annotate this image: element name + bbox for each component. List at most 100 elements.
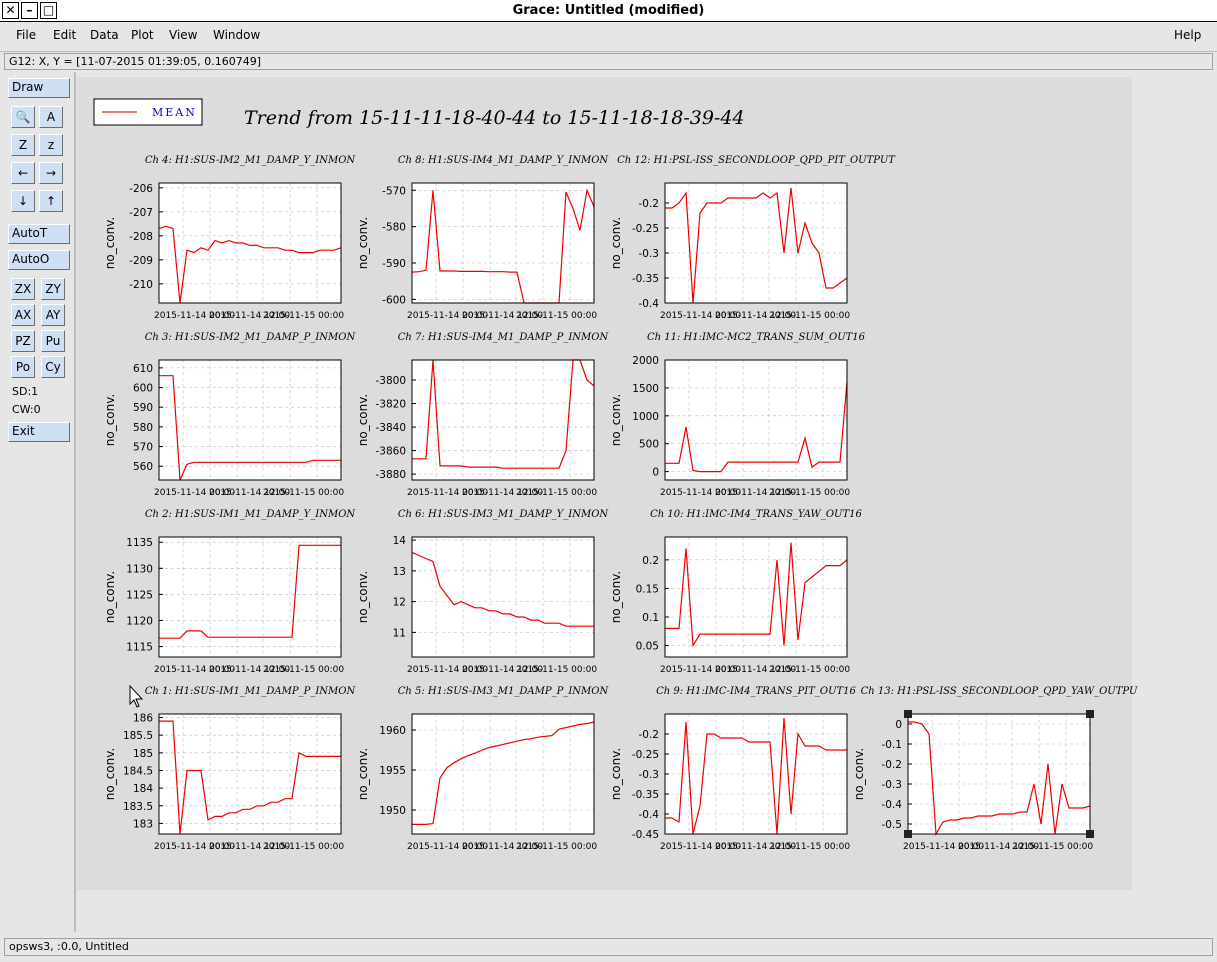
chart-plot-area [159, 183, 341, 303]
menu-help[interactable]: Help [1174, 28, 1201, 42]
y-tick-label: 184 [133, 783, 153, 795]
y-tick-label: -3860 [375, 446, 406, 458]
chart-title: Ch 4: H1:SUS-IM2_M1_DAMP_Y_INMON [145, 155, 357, 166]
draw-button[interactable]: Draw [8, 78, 70, 98]
autoo-button[interactable]: AutoO [8, 250, 70, 270]
y-tick-label: -0.1 [882, 739, 903, 751]
y-axis-label: no_conv. [852, 748, 866, 800]
y-tick-label: 1120 [126, 615, 153, 627]
y-tick-label: 14 [393, 535, 407, 547]
zy-button[interactable]: ZY [41, 278, 65, 300]
y-tick-label: 1960 [379, 725, 406, 737]
selection-handle [904, 710, 912, 718]
y-tick-label: 0 [652, 467, 659, 479]
menu-plot[interactable]: Plot [131, 28, 154, 42]
y-tick-label: 1950 [379, 805, 406, 817]
chart-title: Ch 1: H1:SUS-IM1_M1_DAMP_P_INMON [145, 686, 357, 697]
y-tick-label: -570 [382, 185, 406, 197]
po-button[interactable]: Po [11, 356, 35, 378]
plot-canvas[interactable]: MEAN Trend from 15-11-11-18-40-44 to 15-1… [77, 72, 1213, 932]
x-tick-label: 2015-11-15 00:00 [516, 311, 597, 321]
chart-title: Ch 8: H1:SUS-IM4_M1_DAMP_Y_INMON [398, 155, 610, 166]
menu-data[interactable]: Data [90, 28, 119, 42]
chart-title: Ch 12: H1:PSL-ISS_SECONDLOOP_QPD_PIT_OUT… [617, 155, 896, 166]
y-axis-label: no_conv. [103, 217, 117, 269]
zoom-z-icon[interactable]: Z [11, 134, 35, 156]
y-axis-label: no_conv. [356, 394, 370, 446]
y-tick-label: 0 [895, 719, 902, 731]
y-tick-label: -0.35 [632, 789, 659, 801]
x-tick-label: 2015-11-15 00:00 [516, 842, 597, 852]
y-tick-label: 0.15 [636, 583, 659, 595]
chart-title: Ch 11: H1:IMC-MC2_TRANS_SUM_OUT16 [647, 332, 866, 343]
x-tick-label: 2015-11-15 00:00 [263, 488, 344, 498]
window-title: Grace: Untitled (modified) [512, 3, 705, 18]
x-tick-label: 2015-11-15 00:00 [769, 311, 850, 321]
y-tick-label: 500 [639, 439, 659, 451]
y-tick-label: -0.3 [882, 779, 903, 791]
chart-title: Ch 5: H1:SUS-IM3_M1_DAMP_P_INMON [398, 686, 610, 697]
title-bar: ✕ – □ Grace: Untitled (modified) [0, 0, 1217, 22]
selection-handle [904, 830, 912, 838]
y-axis-label: no_conv. [609, 748, 623, 800]
autot-button[interactable]: AutoT [8, 224, 70, 244]
x-tick-label: 2015-11-15 00:00 [769, 488, 850, 498]
y-tick-label: 1125 [126, 589, 153, 601]
zx-button[interactable]: ZX [11, 278, 35, 300]
y-tick-label: 1115 [126, 642, 153, 654]
arrow-up-icon[interactable]: ↑ [39, 190, 63, 212]
zoom-z-small-icon[interactable]: z [39, 134, 63, 156]
pu-button[interactable]: Pu [41, 330, 65, 352]
menu-file[interactable]: File [16, 28, 36, 42]
exit-button[interactable]: Exit [8, 422, 70, 442]
ay-button[interactable]: AY [41, 304, 65, 326]
y-tick-label: -3880 [375, 469, 406, 481]
y-tick-label: 13 [393, 566, 406, 578]
chart-title: Ch 9: H1:IMC-IM4_TRANS_PIT_OUT16 [656, 686, 856, 697]
plot-svg[interactable]: MEAN Trend from 15-11-11-18-40-44 to 15-1… [77, 72, 1213, 932]
y-tick-label: -0.2 [882, 759, 903, 771]
y-axis-label: no_conv. [609, 217, 623, 269]
y-tick-label: -3800 [375, 375, 406, 387]
x-tick-label: 2015-11-15 00:00 [263, 842, 344, 852]
x-tick-label: 2015-11-15 00:00 [516, 665, 597, 675]
text-icon[interactable]: A [39, 106, 63, 128]
zoom-icon[interactable]: 🔍 [11, 106, 35, 128]
y-axis-label: no_conv. [356, 571, 370, 623]
arrow-right-icon[interactable]: → [39, 162, 63, 184]
menu-edit[interactable]: Edit [53, 28, 76, 42]
legend-label: MEAN [152, 106, 197, 119]
y-tick-label: -210 [129, 279, 153, 291]
y-tick-label: -0.3 [639, 248, 660, 260]
menu-view[interactable]: View [169, 28, 197, 42]
y-tick-label: -0.25 [632, 223, 659, 235]
y-axis-label: no_conv. [103, 748, 117, 800]
ax-button[interactable]: AX [11, 304, 35, 326]
y-axis-label: no_conv. [609, 394, 623, 446]
cy-button[interactable]: Cy [41, 356, 65, 378]
y-tick-label: 183.5 [123, 801, 153, 813]
y-tick-label: 12 [393, 597, 406, 609]
page-title: Trend from 15-11-11-18-40-44 to 15-11-18… [244, 107, 745, 129]
menu-bar: File Edit Data Plot View Window Help [0, 23, 1217, 52]
y-tick-label: -580 [382, 222, 406, 234]
y-tick-label: -0.4 [639, 298, 660, 310]
y-tick-label: 185 [133, 748, 153, 760]
arrow-down-icon[interactable]: ↓ [11, 190, 35, 212]
menu-window[interactable]: Window [213, 28, 260, 42]
y-tick-label: 1500 [632, 383, 659, 395]
pz-button[interactable]: PZ [11, 330, 35, 352]
arrow-left-icon[interactable]: ← [11, 162, 35, 184]
tool-panel: Draw 🔍 A Z z ← → ↓ ↑ AutoT AutoO ZX ZY A… [4, 72, 76, 932]
y-tick-label: -207 [129, 207, 153, 219]
y-tick-label: -600 [382, 294, 406, 306]
y-tick-label: -0.45 [632, 829, 659, 841]
sd-label: SD:1 [12, 385, 39, 398]
y-tick-label: -590 [382, 258, 406, 270]
status-bar: opsws3, :0.0, Untitled [4, 938, 1213, 956]
x-tick-label: 2015-11-15 00:00 [1012, 842, 1093, 852]
y-tick-label: -0.5 [882, 819, 903, 831]
y-tick-label: -3820 [375, 399, 406, 411]
y-tick-label: -208 [129, 231, 153, 243]
locator-display: G12: X, Y = [11-07-2015 01:39:05, 0.1607… [4, 53, 1213, 70]
